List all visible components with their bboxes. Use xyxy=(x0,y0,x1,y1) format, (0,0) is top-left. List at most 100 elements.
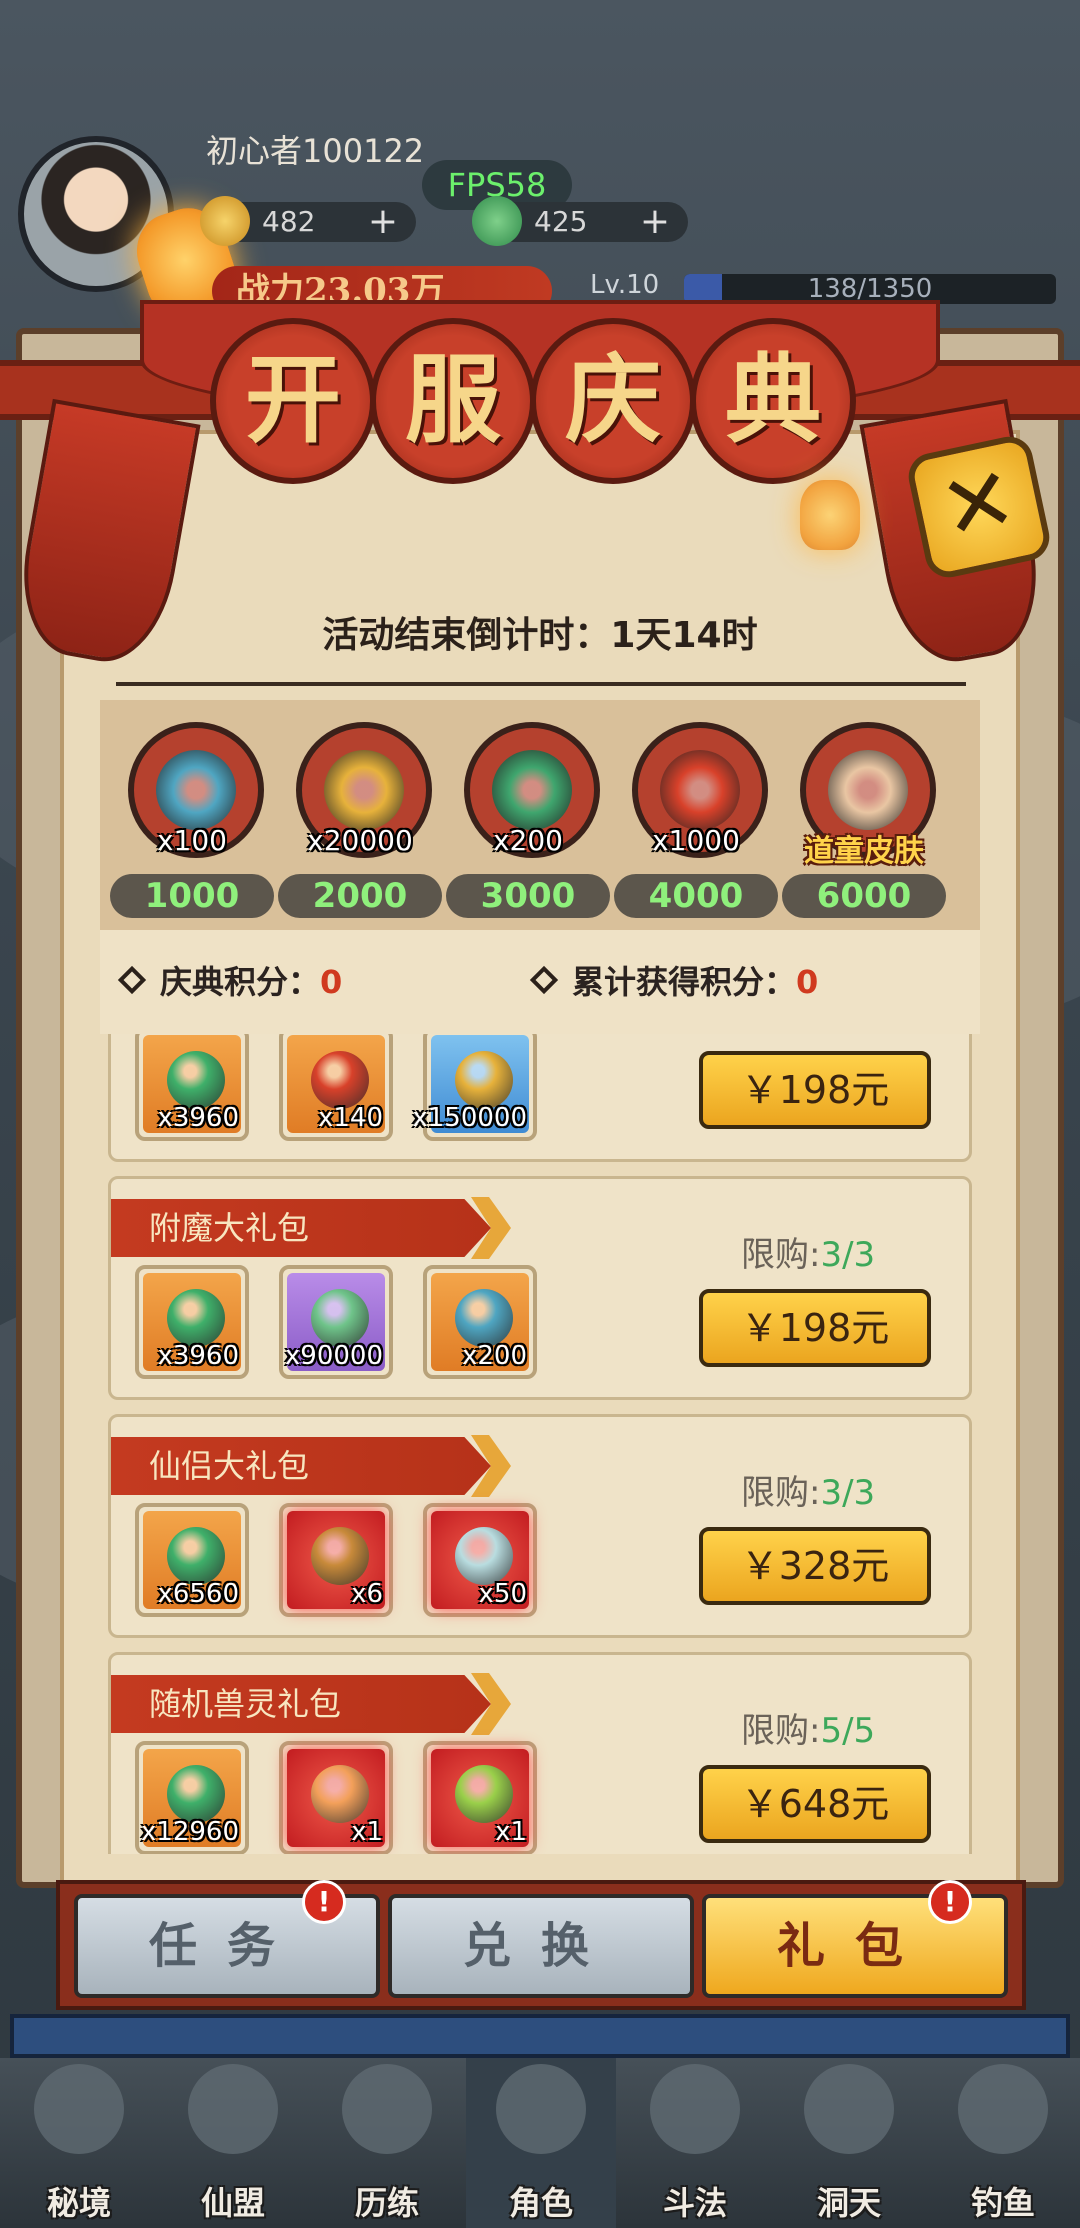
gold-ingot-icon xyxy=(200,196,250,246)
diamond-bullet-icon xyxy=(117,965,147,995)
gold-coin-icon xyxy=(324,750,404,830)
milestone-rewards: x100 1000 x20000 2000 x200 3000 x1000 4000 道童皮肤 6… xyxy=(100,700,980,930)
gift-pack-card: x3960 x140 x150000 ￥198元 xyxy=(108,1034,972,1162)
milestone-qty: x200 xyxy=(492,824,563,857)
gift-pack-card: 随机兽灵礼包 限购:5/5 x12960 x1 x1 ￥648元 xyxy=(108,1652,972,1854)
milestone-reward[interactable]: x20000 2000 xyxy=(278,722,442,922)
divider xyxy=(116,682,966,686)
purchase-limit-label: 限购: xyxy=(741,1235,821,1275)
purchase-limit-value: 5/5 xyxy=(820,1711,876,1751)
purchase-limit: 限购:3/3 xyxy=(741,1465,875,1514)
lantern-icon xyxy=(800,480,860,550)
total-points-value: 0 xyxy=(796,963,819,1001)
item-qty: x6560 xyxy=(157,1579,239,1609)
item-qty: x140 xyxy=(317,1103,383,1133)
nav-item[interactable]: 历练 xyxy=(312,2058,462,2228)
tab-exchange[interactable]: 兑换 xyxy=(388,1894,694,1998)
jade-icon xyxy=(472,196,522,246)
milestone-reward[interactable]: x100 1000 xyxy=(110,722,274,922)
add-gold-button[interactable]: + xyxy=(368,202,398,242)
purchase-limit-value: 3/3 xyxy=(820,1473,876,1513)
item-icon xyxy=(455,1765,513,1823)
item-qty: x6 xyxy=(351,1579,383,1609)
nav-icon xyxy=(342,2064,432,2154)
currency-gold-value: 482 xyxy=(262,205,316,238)
reward-item[interactable]: x150000 xyxy=(412,1034,537,1141)
reward-item[interactable]: x3960 xyxy=(135,1265,249,1379)
title-char-4: 典 xyxy=(690,318,856,484)
item-qty: x1 xyxy=(351,1817,383,1847)
nav-icon xyxy=(804,2064,894,2154)
red-crystal-icon xyxy=(660,750,740,830)
milestone-score: 1000 xyxy=(110,874,274,918)
gift-packs-alert-badge: ! xyxy=(928,1880,972,1924)
nav-item[interactable]: 角色 xyxy=(466,2058,616,2228)
reward-item[interactable]: x1 xyxy=(279,1741,393,1854)
nav-icon xyxy=(650,2064,740,2154)
reward-item[interactable]: x6 xyxy=(279,1503,393,1617)
close-icon[interactable]: ✕ xyxy=(904,432,1054,582)
nav-label: 秘境 xyxy=(46,2184,111,2222)
purchase-limit-value: 3/3 xyxy=(820,1235,876,1275)
currency-jade: 425 + xyxy=(472,196,688,246)
nav-label: 斗法 xyxy=(662,2184,727,2222)
points-row: 庆典积分：0 累计获得积分：0 xyxy=(100,930,980,1034)
item-qty: x12960 xyxy=(140,1817,239,1847)
bottom-nav: 秘境 仙盟 历练 角色 斗法 洞天 钓鱼 xyxy=(0,2058,1080,2228)
purchase-limit: 限购:3/3 xyxy=(741,1227,875,1276)
reward-item[interactable]: x200 xyxy=(423,1265,537,1379)
item-icon xyxy=(311,1765,369,1823)
buy-button[interactable]: ￥198元 xyxy=(699,1289,931,1367)
reward-item[interactable]: x90000 xyxy=(279,1265,393,1379)
player-name: 初心者100122 xyxy=(206,132,425,170)
player-level: Lv.10 xyxy=(590,270,660,300)
nav-label: 角色 xyxy=(508,2184,573,2222)
nav-label: 历练 xyxy=(354,2184,419,2222)
title-char-1: 开 xyxy=(210,318,376,484)
nav-item[interactable]: 秘境 xyxy=(4,2058,154,2228)
item-icon xyxy=(311,1527,369,1585)
item-icon xyxy=(311,1051,369,1109)
item-qty: x3960 xyxy=(157,1341,239,1371)
milestone-score: 3000 xyxy=(446,874,610,918)
nav-item[interactable]: 仙盟 xyxy=(158,2058,308,2228)
item-icon xyxy=(167,1051,225,1109)
reward-item[interactable]: x6560 xyxy=(135,1503,249,1617)
teapot-icon xyxy=(156,750,236,830)
buy-button[interactable]: ￥198元 xyxy=(699,1051,931,1129)
item-icon xyxy=(455,1527,513,1585)
reward-item[interactable]: x1 xyxy=(423,1741,537,1854)
buy-button[interactable]: ￥328元 xyxy=(699,1527,931,1605)
buy-button[interactable]: ￥648元 xyxy=(699,1765,931,1843)
purchase-limit-label: 限购: xyxy=(741,1473,821,1513)
milestone-reward[interactable]: 道童皮肤 6000 xyxy=(782,722,946,922)
add-jade-button[interactable]: + xyxy=(640,202,670,242)
nav-item[interactable]: 斗法 xyxy=(620,2058,770,2228)
reward-item[interactable]: x50 xyxy=(423,1503,537,1617)
celebration-points-value: 0 xyxy=(320,963,343,1001)
nav-icon xyxy=(34,2064,124,2154)
milestone-qty: x1000 xyxy=(652,824,740,857)
milestone-score: 2000 xyxy=(278,874,442,918)
item-qty: x150000 xyxy=(412,1103,527,1133)
skin-label: 道童皮肤 xyxy=(804,834,924,869)
reward-item[interactable]: x12960 xyxy=(135,1741,249,1854)
gift-pack-name: 附魔大礼包 xyxy=(111,1199,491,1257)
item-qty: x3960 xyxy=(157,1103,239,1133)
nav-item[interactable]: 洞天 xyxy=(774,2058,924,2228)
gift-pack-card: 附魔大礼包 限购:3/3 x3960 x90000 x200 ￥198元 xyxy=(108,1176,972,1400)
item-icon xyxy=(311,1289,369,1347)
item-icon xyxy=(167,1527,225,1585)
item-qty: x50 xyxy=(478,1579,527,1609)
item-qty: x90000 xyxy=(284,1341,383,1371)
reward-item[interactable]: x140 xyxy=(279,1034,393,1141)
milestone-reward[interactable]: x1000 4000 xyxy=(614,722,778,922)
countdown-text: 活动结束倒计时：1天14时 xyxy=(322,615,758,656)
nav-item[interactable]: 钓鱼 xyxy=(928,2058,1078,2228)
milestone-reward[interactable]: x200 3000 xyxy=(446,722,610,922)
total-points-label: 累计获得积分： xyxy=(572,963,797,1001)
reward-item[interactable]: x3960 xyxy=(135,1034,249,1141)
nav-icon xyxy=(958,2064,1048,2154)
gift-pack-list[interactable]: x3960 x140 x150000 ￥198元 附魔大礼包 限购:3/3 x3960 x90… xyxy=(100,1034,980,1854)
item-icon xyxy=(455,1051,513,1109)
